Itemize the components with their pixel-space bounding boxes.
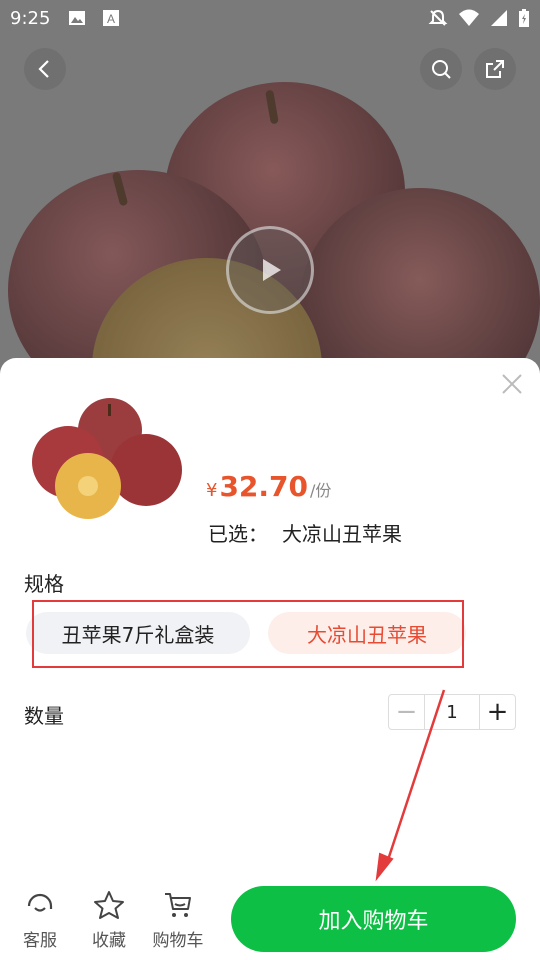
annotation-highlight-box: [32, 600, 464, 668]
mute-icon: [428, 9, 448, 26]
currency-symbol: ¥: [206, 480, 218, 501]
status-bar: 9:25 A: [0, 0, 540, 36]
customer-service-icon: [27, 893, 53, 912]
a-icon: A: [103, 10, 119, 26]
sku-selector-sheet: ¥ 32.70 /份 已选： 大凉山丑苹果 规格 丑苹果7斤礼盒装 大凉山丑苹果 …: [0, 358, 540, 960]
cart-icon: [165, 893, 191, 917]
battery-icon: [519, 9, 529, 27]
search-icon: [432, 60, 451, 79]
selected-value: 大凉山丑苹果: [282, 522, 402, 546]
back-button[interactable]: [24, 48, 66, 90]
share-icon: [486, 60, 504, 78]
image-icon: [69, 11, 85, 25]
favorite-button[interactable]: 收藏: [79, 888, 139, 951]
price: ¥ 32.70 /份: [206, 470, 331, 503]
spec-title: 规格: [24, 572, 64, 596]
add-to-cart-button[interactable]: 加入购物车: [231, 886, 516, 952]
price-unit: /份: [310, 481, 332, 500]
play-icon: [263, 259, 281, 281]
cart-button[interactable]: 购物车: [148, 888, 208, 951]
favorite-label: 收藏: [92, 931, 126, 951]
svg-text:A: A: [107, 12, 115, 26]
product-thumbnail: [32, 398, 182, 519]
selected-label: 已选：: [208, 522, 268, 546]
selected-variant: 已选： 大凉山丑苹果: [208, 518, 402, 547]
customer-service-button[interactable]: 客服: [10, 888, 70, 951]
close-icon[interactable]: [500, 372, 524, 396]
quantity-value[interactable]: 1: [425, 695, 479, 729]
search-button[interactable]: [420, 48, 462, 90]
price-value: 32.70: [219, 470, 309, 503]
quantity-decrease-button[interactable]: −: [389, 695, 425, 729]
customer-service-label: 客服: [23, 931, 57, 951]
signal-icon: [491, 10, 507, 26]
quantity-increase-button[interactable]: +: [479, 695, 515, 729]
quantity-title: 数量: [24, 704, 64, 728]
share-button[interactable]: [474, 48, 516, 90]
play-video-button[interactable]: [226, 226, 314, 314]
star-icon: [94, 891, 124, 919]
cart-label: 购物车: [152, 931, 204, 951]
back-icon: [38, 60, 49, 78]
bottom-action-bar: 客服 收藏 购物车 加入购物车: [0, 878, 540, 960]
quantity-stepper: − 1 +: [388, 694, 516, 730]
product-hero-image: [0, 0, 540, 380]
status-time: 9:25: [10, 8, 51, 29]
hero-dim-overlay: [0, 0, 540, 380]
wifi-icon: [459, 9, 479, 26]
